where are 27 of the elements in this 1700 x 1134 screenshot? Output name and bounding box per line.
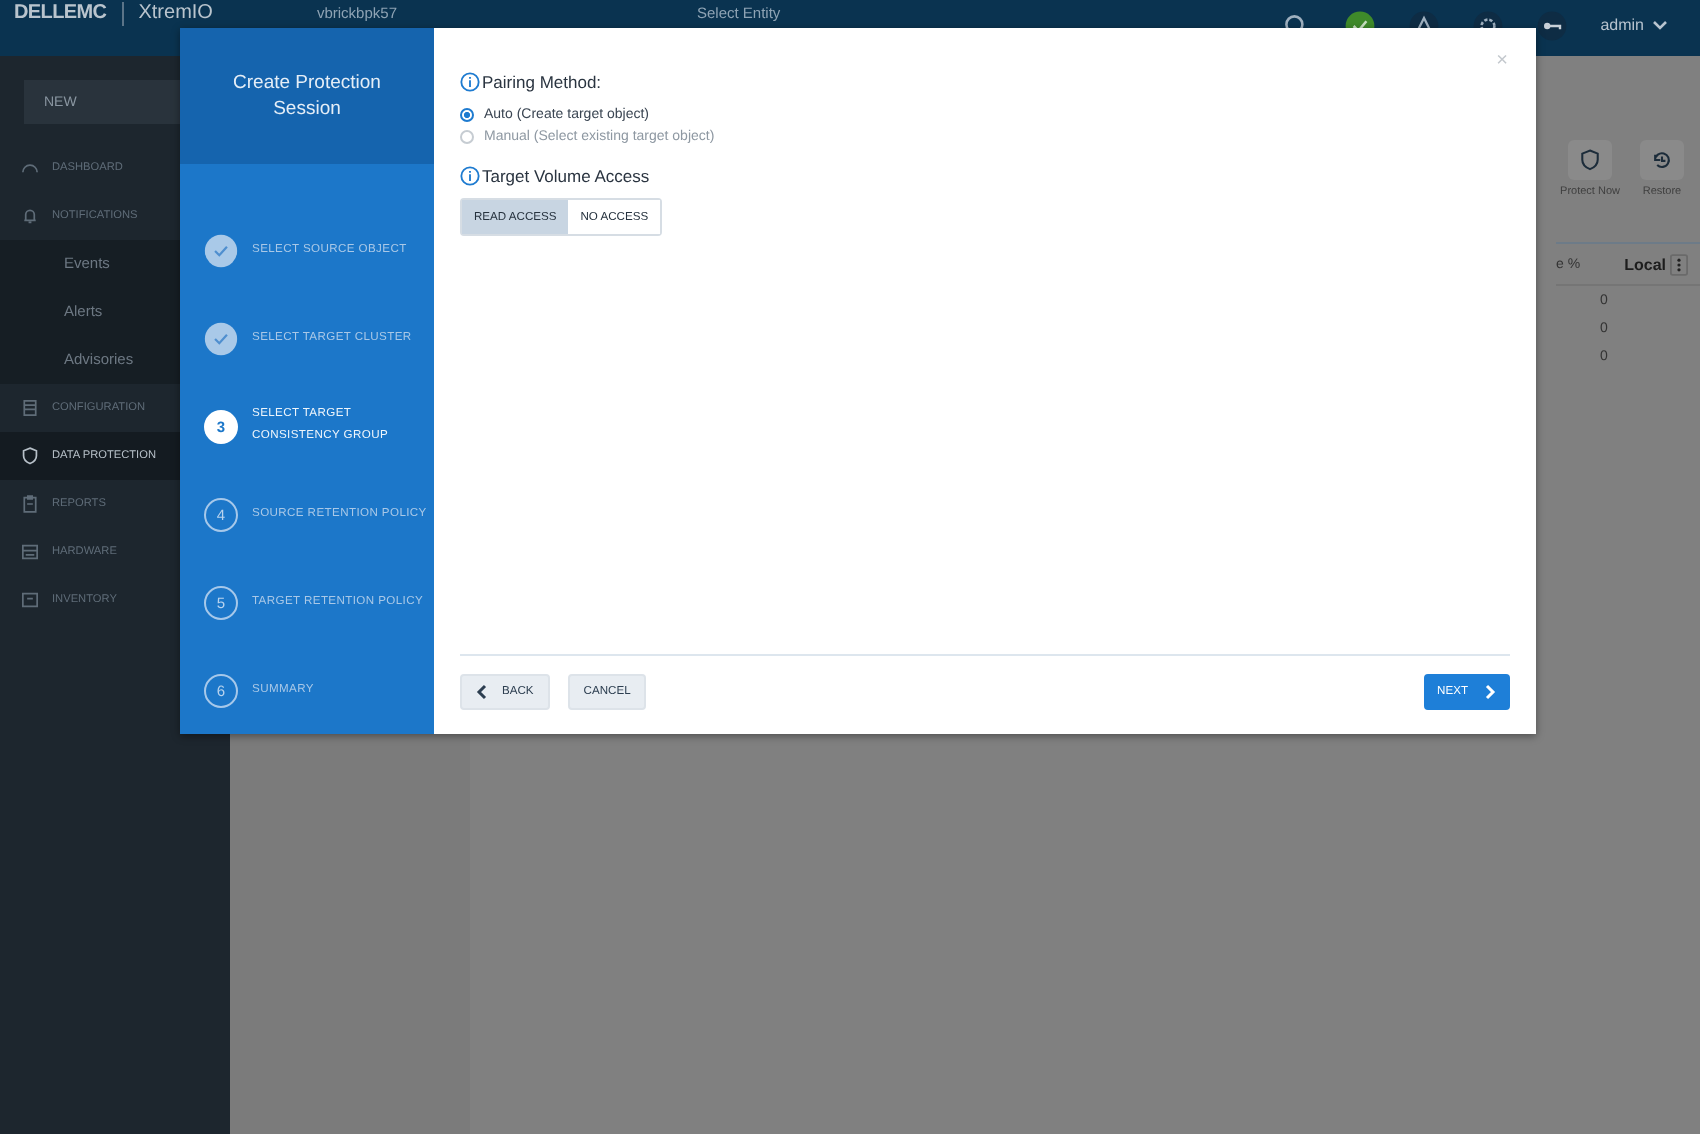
chevron-left-icon [476, 683, 488, 699]
chevron-down-icon[interactable] [1652, 20, 1668, 32]
column-header: Local [1624, 255, 1666, 273]
nav-icon [20, 398, 40, 418]
user-menu[interactable]: admin [1600, 14, 1668, 38]
nav-icon [20, 542, 40, 562]
nav-icon [20, 206, 40, 226]
nav-icon [20, 446, 40, 466]
product-name: XtremIO [122, 2, 213, 26]
radio-button[interactable] [460, 107, 474, 121]
nav-icon [20, 158, 40, 178]
radio-button[interactable] [460, 129, 474, 143]
action-button[interactable] [1568, 140, 1613, 180]
info-icon[interactable] [460, 72, 480, 92]
nav-icon [20, 590, 40, 610]
brand-logo: DELLEMC [14, 2, 107, 26]
nav-icon [20, 494, 40, 514]
action-button[interactable] [1640, 140, 1684, 180]
section-label: Target Volume Access [482, 166, 650, 186]
chevron-right-icon [1484, 683, 1496, 699]
more-icon[interactable] [1670, 253, 1688, 275]
key-icon [1536, 10, 1569, 42]
dialog-title: Create Protection Session [180, 28, 434, 164]
restore-icon [1650, 148, 1674, 172]
section-label: Pairing Method: [482, 72, 602, 92]
shield-icon [1578, 148, 1603, 172]
info-icon[interactable] [460, 166, 480, 186]
